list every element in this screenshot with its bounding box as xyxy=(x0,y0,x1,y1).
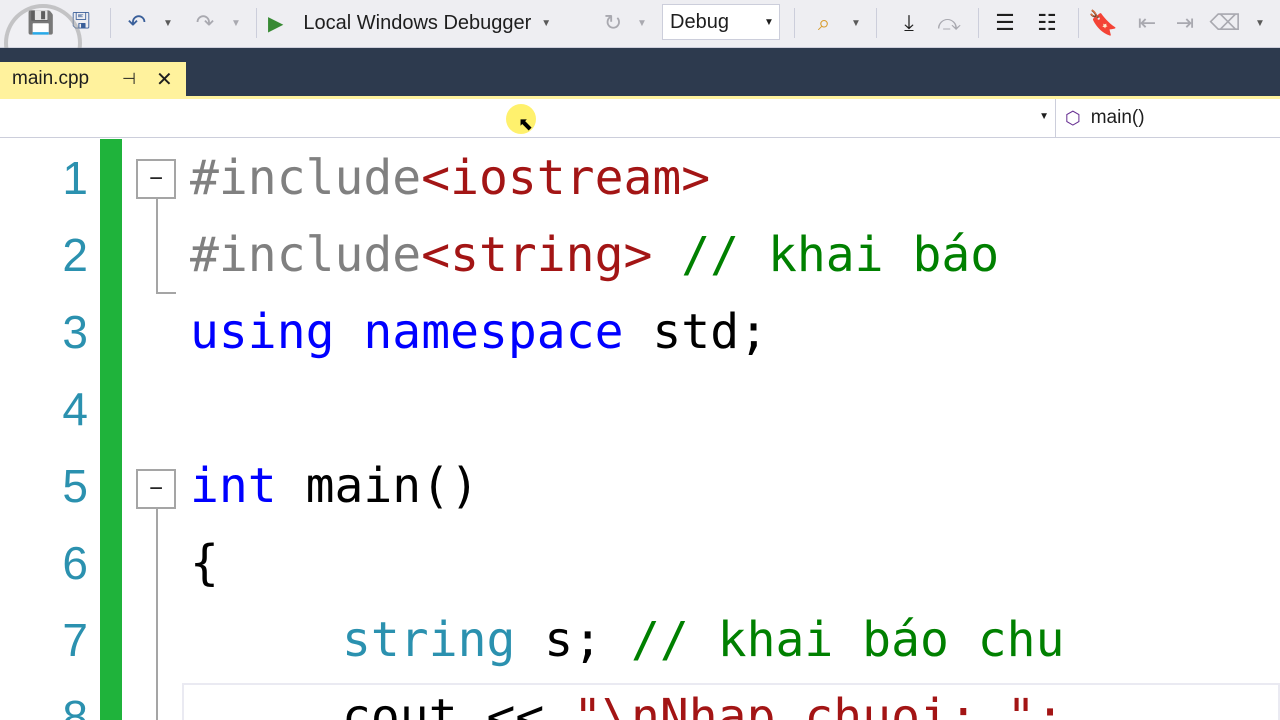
tab-main-cpp[interactable]: main.cpp ⊣ ✕ xyxy=(0,62,186,96)
main-toolbar: 💾 🖫 ↶ ▼ ↷ ▼ ▶ Local Windows Debugger ▼ ↻… xyxy=(0,0,1280,48)
toolbar-overflow-icon[interactable]: ▼ xyxy=(1252,6,1268,40)
code-text: #include<iostream> xyxy=(190,150,711,206)
restart-dropdown-icon[interactable]: ▼ xyxy=(634,6,650,40)
code-line: 3 using namespace std; xyxy=(0,293,1280,371)
code-editor[interactable]: 1 #include<iostream> 2 #include<string> … xyxy=(0,139,1280,720)
code-line: 5 int main() xyxy=(0,447,1280,525)
code-text: { xyxy=(190,535,219,591)
collapse-include-toggle[interactable]: − xyxy=(136,159,176,199)
toolbar-separator xyxy=(978,8,979,38)
toolbar-separator xyxy=(1078,8,1079,38)
line-number: 8 xyxy=(62,691,88,720)
code-line: 6 { xyxy=(0,524,1280,602)
fold-guide-end xyxy=(156,292,176,294)
fold-guide xyxy=(156,199,158,294)
redo-icon[interactable]: ↷ xyxy=(190,6,220,40)
line-number: 3 xyxy=(62,306,88,358)
line-number: 1 xyxy=(62,152,88,204)
code-line: 8 cout << "\nNhap chuoi: "; xyxy=(0,678,1280,720)
chevron-down-icon: ▼ xyxy=(1039,111,1049,122)
align-left-icon[interactable]: ☰ xyxy=(990,6,1020,40)
play-icon: ▶ xyxy=(268,12,284,35)
code-text: using namespace std; xyxy=(190,304,768,360)
mouse-cursor-icon: ⬉ xyxy=(518,114,534,134)
find-dropdown-icon[interactable]: ▼ xyxy=(848,6,864,40)
chevron-down-icon: ▼ xyxy=(541,17,552,29)
restart-icon[interactable]: ↻ xyxy=(598,6,628,40)
tab-title: main.cpp xyxy=(12,68,90,89)
method-cube-icon: ⬡ xyxy=(1065,107,1081,128)
code-text: int main() xyxy=(190,458,479,514)
document-tab-strip: main.cpp ⊣ ✕ xyxy=(0,48,1280,96)
toolbar-separator xyxy=(876,8,877,38)
start-debugging-button[interactable]: ▶ Local Windows Debugger ▼ xyxy=(268,6,578,40)
code-line: 1 #include<iostream> xyxy=(0,139,1280,217)
code-line: 7 string s; // khai báo chu xyxy=(0,601,1280,679)
save-icon[interactable]: 💾 xyxy=(26,6,56,40)
previous-bookmark-icon[interactable]: ⇤ xyxy=(1132,6,1162,40)
save-all-icon[interactable]: 🖫 xyxy=(66,6,96,40)
line-number: 5 xyxy=(62,460,88,512)
bookmark-icon[interactable]: 🔖 xyxy=(1088,6,1118,40)
line-number: 7 xyxy=(62,614,88,666)
step-over-icon[interactable]: ⤼ xyxy=(934,6,964,40)
code-text: #include<string> // khai báo xyxy=(190,227,1029,283)
code-text: string s; // khai báo chu xyxy=(342,612,1065,668)
next-bookmark-icon[interactable]: ⇥ xyxy=(1170,6,1200,40)
clear-bookmarks-icon[interactable]: ⌫ xyxy=(1209,6,1240,40)
code-line: 4 xyxy=(0,370,1280,448)
function-name: main() xyxy=(1090,107,1145,128)
line-number: 2 xyxy=(62,229,88,281)
toolbar-separator xyxy=(794,8,795,38)
comment-lines-icon[interactable]: ☷ xyxy=(1030,6,1064,40)
pin-icon[interactable]: ⊣ xyxy=(122,69,136,89)
debugger-label: Local Windows Debugger xyxy=(303,11,532,34)
step-into-icon[interactable]: ⤓ xyxy=(894,6,924,40)
line-number: 4 xyxy=(62,383,88,435)
find-in-files-icon[interactable]: ⌕ xyxy=(808,6,840,40)
code-text: cout << "\nNhap chuoi: "; xyxy=(342,689,1065,720)
configuration-value: Debug xyxy=(670,10,729,33)
chevron-down-icon: ▼ xyxy=(764,16,774,28)
fold-guide xyxy=(156,509,158,720)
close-icon[interactable]: ✕ xyxy=(156,67,173,92)
undo-icon[interactable]: ↶ xyxy=(122,6,152,40)
collapse-main-toggle[interactable]: − xyxy=(136,469,176,509)
toolbar-separator xyxy=(110,8,111,38)
line-number: 6 xyxy=(62,537,88,589)
undo-dropdown-icon[interactable]: ▼ xyxy=(160,6,176,40)
code-line: 2 #include<string> // khai báo xyxy=(0,216,1280,294)
redo-dropdown-icon[interactable]: ▼ xyxy=(228,6,244,40)
toolbar-separator xyxy=(256,8,257,38)
solution-configuration-select[interactable]: Debug ▼ xyxy=(662,4,780,40)
navigation-bar: ▼ ⬡ main() xyxy=(0,99,1280,138)
function-dropdown[interactable]: ⬡ main() xyxy=(1057,99,1280,137)
